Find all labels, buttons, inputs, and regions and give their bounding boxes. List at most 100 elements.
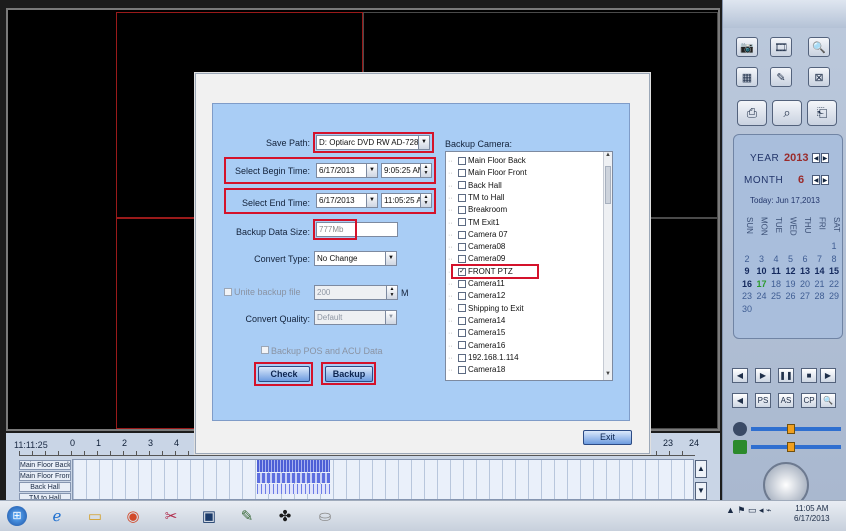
calendar-day[interactable]: 18 [769, 279, 783, 289]
timeline-channel[interactable]: TM to Hall [19, 493, 71, 500]
camera-item[interactable]: ·· TM Exit1 [448, 217, 500, 229]
camera-item[interactable]: ·· Breakroom [448, 204, 507, 216]
folder-icon[interactable]: ▭ [82, 503, 108, 528]
camera-item[interactable]: ·· Back Hall [448, 180, 502, 192]
camera-checkbox[interactable] [458, 169, 466, 178]
calendar-day[interactable]: 26 [784, 291, 798, 301]
camera-item[interactable]: ·· Camera08 [448, 241, 505, 253]
camera-item[interactable]: ·· Camera18 [448, 364, 505, 376]
scroll-thumb[interactable] [605, 166, 611, 204]
camera-item[interactable]: ·· Camera15 [448, 327, 505, 339]
calendar-day[interactable]: 11 [769, 266, 783, 276]
calendar-day[interactable]: 9 [740, 266, 754, 276]
stop-button[interactable]: ■ [801, 368, 817, 383]
internet-explorer-icon[interactable]: ℯ [44, 503, 70, 528]
camera-checkbox[interactable] [458, 341, 466, 350]
play-button[interactable]: ▶ [755, 368, 771, 383]
camera-checkbox[interactable] [458, 206, 466, 215]
month-next-button[interactable]: ▶ [821, 175, 829, 185]
start-icon[interactable]: ⊞ [4, 503, 30, 528]
calendar-day[interactable]: 7 [813, 254, 827, 264]
playback-icon[interactable]: ⎙ [737, 100, 767, 126]
camera-item[interactable]: ·· 192.168.1.114 [448, 352, 519, 364]
camera-checkbox[interactable] [458, 365, 466, 374]
layout-grid-icon[interactable]: ▦ [736, 67, 758, 87]
camera-checkbox[interactable] [458, 353, 466, 362]
timeline-channel[interactable]: Back Hall [19, 482, 71, 492]
calendar-day[interactable]: 13 [798, 266, 812, 276]
recording-segment[interactable] [257, 484, 330, 494]
camera-checkbox[interactable] [458, 181, 466, 190]
camera-item[interactable]: ·· Camera11 [448, 278, 505, 290]
camera-item[interactable]: ·· Camera16 [448, 340, 505, 352]
recording-segment[interactable] [257, 473, 330, 483]
calendar-day[interactable]: 28 [813, 291, 827, 301]
convert-quality-select[interactable]: Default ▼ [314, 310, 397, 325]
cp-button[interactable]: CP [801, 393, 817, 408]
camera-checkbox[interactable] [458, 242, 466, 251]
camera-item[interactable]: ·· Camera 07 [448, 229, 508, 241]
camera-checkbox[interactable] [458, 230, 466, 239]
calendar-day[interactable]: 22 [827, 279, 841, 289]
camera-item[interactable]: ·· Main Floor Front [448, 167, 527, 179]
calendar-day[interactable]: 30 [740, 304, 754, 314]
dvr-app-icon[interactable]: ▣ [196, 503, 222, 528]
puzzle-app-icon[interactable]: ✤ [272, 503, 298, 528]
calendar-day[interactable]: 20 [798, 279, 812, 289]
camera-checkbox[interactable] [458, 255, 466, 264]
calendar-day[interactable]: 10 [755, 266, 769, 276]
camera-item[interactable]: ·· Camera14 [448, 315, 505, 327]
unite-backup-checkbox[interactable] [224, 288, 232, 296]
calendar-day[interactable]: 6 [798, 254, 812, 264]
calendar-day[interactable]: 17 [755, 279, 769, 289]
paint-icon[interactable]: ✂ [158, 503, 184, 528]
calendar-day[interactable]: 5 [784, 254, 798, 264]
camera-checkbox[interactable] [458, 292, 466, 301]
calendar-day[interactable]: 4 [769, 254, 783, 264]
zoom-icon[interactable]: 🔍 [808, 37, 830, 57]
chrome-icon[interactable]: ◉ [120, 503, 146, 528]
calendar-day[interactable]: 15 [827, 266, 841, 276]
camera-checkbox[interactable] [458, 193, 466, 202]
backup-pos-checkbox[interactable] [261, 346, 269, 354]
calendar-day[interactable]: 27 [798, 291, 812, 301]
exit-button[interactable]: Exit [583, 430, 632, 445]
calendar-day[interactable]: 23 [740, 291, 754, 301]
calendar-day[interactable]: 21 [813, 279, 827, 289]
camera-checkbox[interactable] [458, 304, 466, 313]
calendar-day[interactable]: 1 [827, 241, 841, 251]
calendar-day[interactable]: 14 [813, 266, 827, 276]
taskbar-clock[interactable]: 11:05 AM 6/17/2013 [794, 504, 830, 524]
camera-checkbox[interactable] [458, 279, 466, 288]
camera-checkbox[interactable] [458, 218, 466, 227]
prev-frame-button[interactable]: ◀ [732, 368, 748, 383]
magnify-icon[interactable]: 🔍 [820, 393, 836, 408]
timeline-scroll-down-icon[interactable]: ▼ [695, 482, 707, 500]
calendar-day[interactable]: 25 [769, 291, 783, 301]
record-icon[interactable]: 🎞 [770, 37, 792, 57]
backup-icon[interactable]: ⎗ [807, 100, 837, 126]
ps-button[interactable]: PS [755, 393, 771, 408]
calendar-day[interactable]: 3 [755, 254, 769, 264]
timeline-scroll-up-icon[interactable]: ▲ [695, 460, 707, 478]
camera-checkbox[interactable] [458, 156, 466, 165]
edit-icon[interactable]: ✎ [770, 67, 792, 87]
snapshot-icon[interactable]: 📷 [736, 37, 758, 57]
drive-app-icon[interactable]: ⛀ [312, 503, 338, 528]
camera-list-scrollbar[interactable]: ▲ ▼ [603, 152, 612, 380]
calendar-day[interactable]: 16 [740, 279, 754, 289]
timeline-grid[interactable] [72, 459, 694, 500]
calendar-day[interactable]: 2 [740, 254, 754, 264]
month-prev-button[interactable]: ◀ [812, 175, 820, 185]
camera-checkbox[interactable] [458, 329, 466, 338]
as-button[interactable]: AS [778, 393, 794, 408]
camera-item[interactable]: ·· Camera12 [448, 290, 505, 302]
scroll-up-icon[interactable]: ▲ [604, 152, 612, 161]
recording-segment[interactable] [257, 460, 330, 472]
timeline-channel[interactable]: Main Floor Back [19, 460, 71, 470]
pencil-app-icon[interactable]: ✎ [234, 503, 260, 528]
year-prev-button[interactable]: ◀ [812, 153, 820, 163]
camera-item[interactable]: ·· Main Floor Back [448, 155, 526, 167]
calendar-day[interactable]: 24 [755, 291, 769, 301]
camera-checkbox[interactable] [458, 316, 466, 325]
